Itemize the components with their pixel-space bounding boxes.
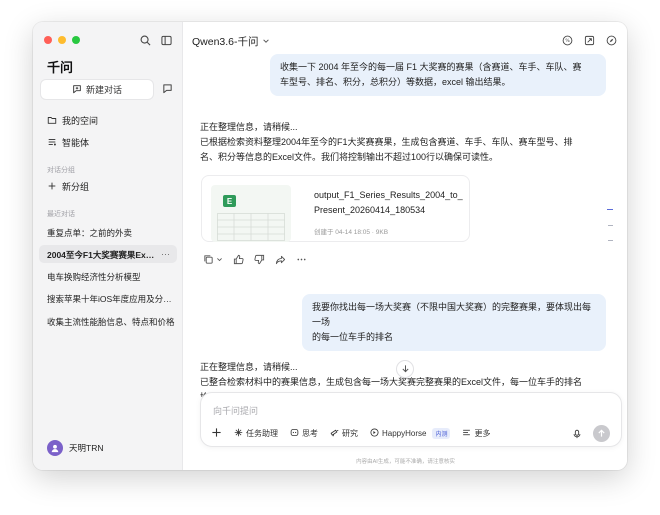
- scroll-indicator[interactable]: [608, 225, 613, 226]
- sidebar-item-agents[interactable]: 智能体: [47, 136, 89, 149]
- history-item-active[interactable]: 2004至今F1大奖赛赛果Excel: [47, 249, 157, 261]
- avatar: [47, 440, 63, 456]
- message-line: 名、积分等信息的Excel文件。我们将控制输出不超过100行以确保可读性。: [200, 152, 499, 162]
- file-attachment-card[interactable]: E output_F1_Series_Results_2004_to_ Pres…: [201, 175, 470, 242]
- tool-label: 更多: [474, 429, 491, 438]
- history-item[interactable]: 搜索苹果十年iOS年度应用及分…: [47, 293, 175, 305]
- new-chat-label: 新建对话: [85, 85, 122, 95]
- arrow-down-icon: [401, 360, 410, 378]
- scroll-indicator[interactable]: [608, 240, 613, 241]
- more-tools-button[interactable]: 更多: [462, 428, 490, 439]
- research-icon: [330, 428, 339, 439]
- new-chat-button[interactable]: 新建对话: [40, 79, 154, 100]
- plus-icon: [47, 181, 57, 193]
- file-name-line: output_F1_Series_Results_2004_to_: [314, 190, 463, 200]
- message-actions: [202, 253, 307, 265]
- file-meta: 创建于 04-14 18:05 · 9KB: [314, 229, 389, 236]
- user-message: 我要你找出每一场大奖赛（不限中国大奖赛）的完整赛果，要体现出每一场 的每一位车手…: [302, 294, 606, 351]
- quick-chat-button[interactable]: [157, 79, 177, 100]
- spreadsheet-grid-icon: [217, 213, 285, 241]
- window-controls: [44, 36, 80, 44]
- user-profile[interactable]: 天明TRN: [47, 440, 103, 456]
- folder-icon: [47, 115, 57, 127]
- svg-text:%: %: [565, 38, 570, 44]
- user-name: 天明TRN: [69, 443, 104, 453]
- model-name: Qwen3.6-千问: [192, 36, 259, 48]
- more-icon: [462, 428, 471, 439]
- arrow-up-icon: [597, 425, 606, 443]
- tool-label: 任务助理: [246, 429, 278, 438]
- model-selector[interactable]: Qwen3.6-千问: [192, 34, 270, 49]
- share-icon[interactable]: [583, 34, 595, 46]
- history-item[interactable]: 收集主流性能胎信息、特点和价格: [47, 316, 175, 328]
- attach-plus-icon[interactable]: [211, 427, 222, 440]
- chevron-down-icon: [262, 36, 270, 48]
- header-actions: %: [561, 34, 617, 46]
- message-line: 收集一下 2004 年至今的每一届 F1 大奖赛的赛果（含赛道、车手、车队、赛: [280, 62, 582, 72]
- app-title: 千问: [47, 60, 74, 75]
- spreadsheet-thumbnail: E: [211, 185, 291, 242]
- beta-tag: 内测: [432, 428, 451, 439]
- chevron-down-icon[interactable]: [215, 253, 223, 265]
- history-item[interactable]: 重复点单：之前的外卖: [47, 227, 175, 239]
- scroll-indicator-active[interactable]: [607, 209, 613, 210]
- maximize-window-button[interactable]: [72, 36, 80, 44]
- tool-label: 研究: [342, 429, 358, 438]
- new-chat-icon: [72, 84, 82, 96]
- chat-input-placeholder[interactable]: 向千问提问: [213, 404, 258, 417]
- send-button[interactable]: [593, 425, 610, 442]
- new-group-label: 新分组: [62, 182, 90, 192]
- chat-bubble-icon: [162, 81, 173, 99]
- thumbs-up-icon[interactable]: [232, 253, 244, 265]
- main-panel: Qwen3.6-千问 % 收集一下 2004 年至今的每一届 F1 大奖赛的赛果…: [184, 22, 627, 470]
- composer-toolbar: 任务助理 思考 研究 HappyHorse 内测 更多: [211, 427, 490, 440]
- copy-icon[interactable]: [202, 253, 214, 265]
- sidebar-item-label: 我的空间: [62, 116, 99, 126]
- file-name-line: Present_20260414_180534: [314, 205, 426, 215]
- history-item[interactable]: 电车换购经济性分析模型: [47, 271, 175, 283]
- sidebar-item-label: 智能体: [62, 138, 90, 148]
- task-assistant-icon: [234, 428, 243, 439]
- status-text: 正在整理信息，请稍候...: [200, 362, 298, 372]
- more-icon[interactable]: [295, 253, 307, 265]
- status-text: 正在整理信息，请稍候...: [200, 122, 298, 132]
- think-icon: [290, 428, 299, 439]
- toggle-sidebar-icon[interactable]: [159, 33, 173, 47]
- message-line: 我要你找出每一场大奖赛（不限中国大奖赛）的完整赛果，要体现出每一场: [312, 302, 592, 327]
- app-window: 千问 新建对话 我的空间 智能体 对话分组 新分组 最近对话 重复点单：之前的外…: [33, 22, 627, 470]
- user-message: 收集一下 2004 年至今的每一届 F1 大奖赛的赛果（含赛道、车手、车队、赛 …: [270, 54, 606, 96]
- compass-icon[interactable]: [605, 34, 617, 46]
- happyhorse-icon: [370, 428, 379, 439]
- tool-label: HappyHorse: [382, 429, 427, 438]
- happyhorse-button[interactable]: HappyHorse 内测: [370, 428, 451, 439]
- message-line: 的每一位车手的排名: [312, 332, 394, 342]
- recent-section-label: 最近对话: [47, 211, 75, 218]
- agents-icon: [47, 137, 57, 149]
- sidebar-item-my-space[interactable]: 我的空间: [47, 114, 98, 127]
- thumbs-down-icon[interactable]: [253, 253, 265, 265]
- assistant-message: 已根据检索资料整理2004年至今的F1大奖赛赛果，生成包含赛道、车手、车队、赛车…: [200, 135, 600, 165]
- history-more-icon[interactable]: ···: [161, 249, 170, 259]
- research-button[interactable]: 研究: [330, 428, 358, 439]
- ai-disclaimer: 内容由AI生成，可能不准确，请注意核实: [356, 459, 455, 465]
- message-line: 已根据检索资料整理2004年至今的F1大奖赛赛果，生成包含赛道、车手、车队、赛车…: [200, 137, 573, 147]
- chat-input-box[interactable]: 向千问提问 任务助理 思考 研究 HappyHorse 内测 更多: [200, 392, 622, 447]
- badge-icon[interactable]: %: [561, 34, 573, 46]
- tool-label: 思考: [302, 429, 318, 438]
- task-assistant-button[interactable]: 任务助理: [234, 428, 278, 439]
- close-window-button[interactable]: [44, 36, 52, 44]
- scroll-to-bottom-button[interactable]: [396, 360, 414, 378]
- search-icon[interactable]: [138, 33, 152, 47]
- forward-icon[interactable]: [274, 253, 286, 265]
- sidebar: 千问 新建对话 我的空间 智能体 对话分组 新分组 最近对话 重复点单：之前的外…: [33, 22, 183, 470]
- file-name: output_F1_Series_Results_2004_to_ Presen…: [314, 188, 479, 218]
- message-line: 车型号、排名、积分，总积分）等数据，excel 输出结果。: [280, 77, 511, 87]
- minimize-window-button[interactable]: [58, 36, 66, 44]
- group-section-label: 对话分组: [47, 167, 75, 174]
- new-group-button[interactable]: 新分组: [47, 180, 89, 193]
- microphone-icon[interactable]: [571, 428, 583, 440]
- think-button[interactable]: 思考: [290, 428, 318, 439]
- excel-icon: E: [223, 195, 236, 207]
